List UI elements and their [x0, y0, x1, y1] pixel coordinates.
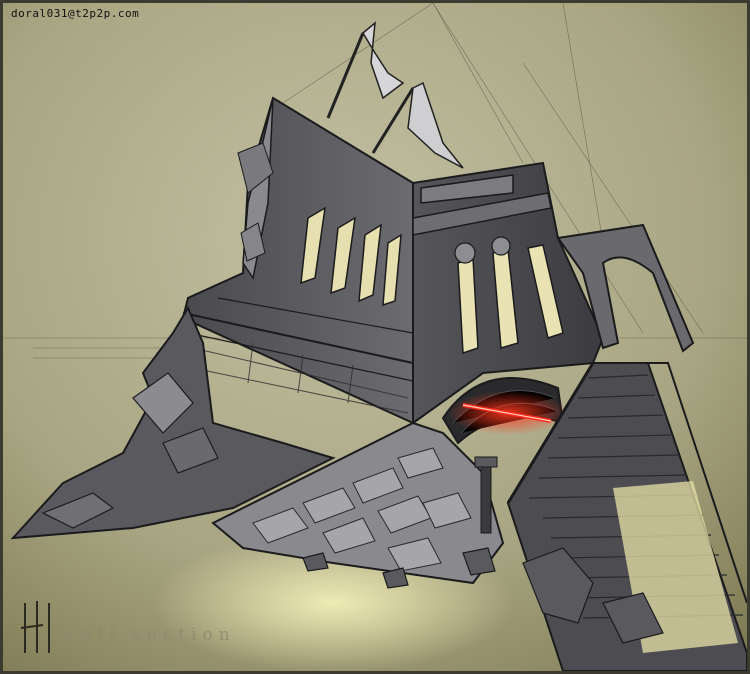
artwork-frame: doral031@t2p2p.com wall section — [0, 0, 750, 674]
caption-text: wall section — [61, 625, 236, 645]
watermark-text: doral031@t2p2p.com — [11, 7, 140, 20]
wall-section-illustration — [3, 3, 747, 671]
red-glow-slit — [448, 391, 568, 435]
